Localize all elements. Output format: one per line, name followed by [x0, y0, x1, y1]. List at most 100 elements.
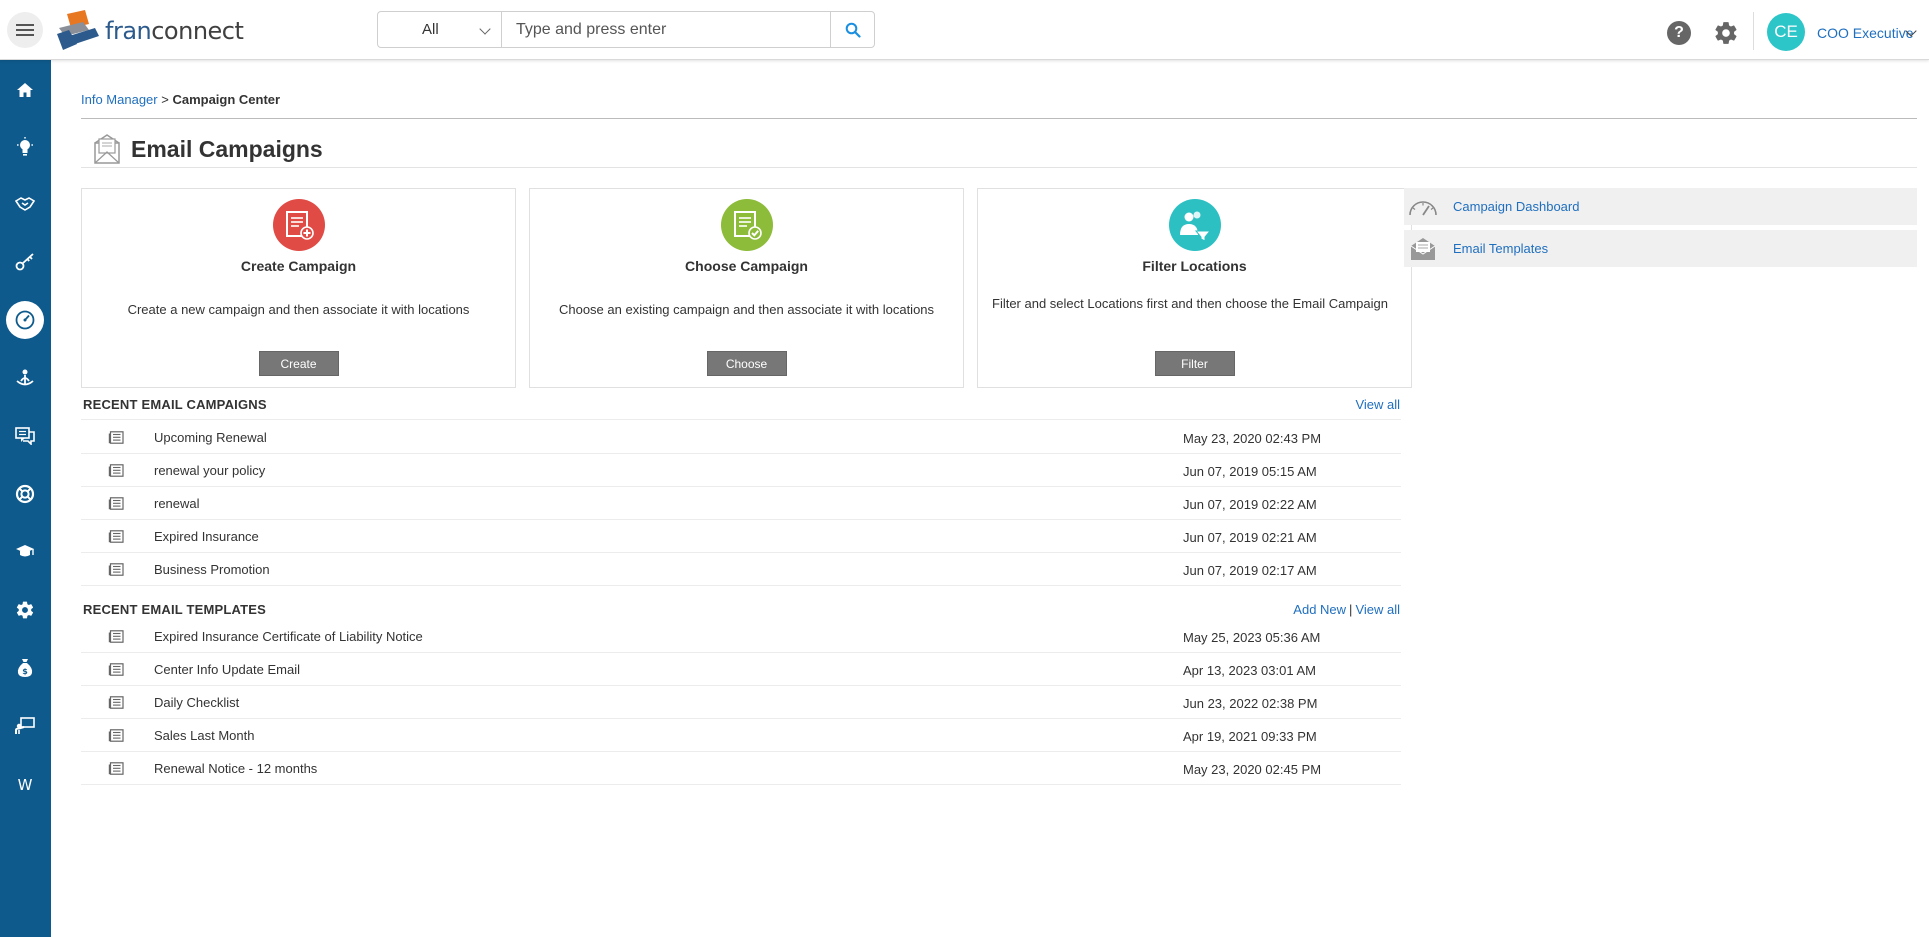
- nav-settings-gear-icon[interactable]: [5, 590, 45, 630]
- help-icon[interactable]: ?: [1667, 21, 1691, 45]
- page-title-row: Email Campaigns: [93, 134, 323, 164]
- filter-locations-description: Filter and select Locations first and th…: [992, 296, 1388, 311]
- template-date: May 23, 2020 02:45 PM: [1183, 762, 1322, 777]
- document-list-icon: [108, 563, 124, 579]
- settings-gear-icon[interactable]: [1713, 20, 1739, 51]
- template-row[interactable]: Renewal Notice - 12 months May 23, 2020 0…: [81, 752, 1401, 785]
- left-nav-sidebar: $ W: [0, 60, 51, 937]
- campaign-name[interactable]: Business Promotion: [154, 562, 270, 577]
- template-name[interactable]: Center Info Update Email: [154, 662, 300, 677]
- template-date: Apr 19, 2021 09:33 PM: [1183, 729, 1317, 744]
- nav-w-letter-icon[interactable]: W: [5, 765, 45, 805]
- search-scope-select[interactable]: All: [378, 12, 502, 47]
- email-templates-link[interactable]: Email Templates: [1404, 230, 1917, 267]
- document-list-icon: [108, 497, 124, 513]
- campaign-dashboard-link[interactable]: Campaign Dashboard: [1404, 188, 1917, 225]
- title-divider: [81, 167, 1917, 168]
- logo-text-fran: fran: [105, 17, 152, 45]
- search-input[interactable]: [502, 12, 830, 47]
- create-button[interactable]: Create: [258, 351, 339, 376]
- recent-campaigns-list: Upcoming Renewal May 23, 2020 02:43 PM ren…: [81, 421, 1401, 586]
- email-templates-label: Email Templates: [1453, 241, 1549, 256]
- nav-handshake-icon[interactable]: [5, 184, 45, 224]
- choose-button[interactable]: Choose: [706, 351, 787, 376]
- nav-lightbulb-icon[interactable]: [5, 127, 45, 167]
- document-list-icon: [108, 663, 124, 679]
- envelope-open-icon: [1406, 236, 1440, 262]
- recent-campaigns-divider: [81, 419, 1401, 420]
- campaign-name[interactable]: renewal your policy: [154, 463, 265, 478]
- campaigns-view-all-link[interactable]: View all: [1355, 397, 1400, 412]
- template-row[interactable]: Center Info Update Email Apr 13, 2023 03:…: [81, 653, 1401, 686]
- user-avatar[interactable]: CE: [1767, 13, 1805, 51]
- campaign-row[interactable]: Upcoming Renewal May 23, 2020 02:43 PM: [81, 421, 1401, 454]
- speedometer-icon: [1406, 197, 1440, 217]
- campaign-date: Jun 07, 2019 02:17 AM: [1183, 563, 1317, 578]
- templates-add-new-link[interactable]: Add New: [1293, 602, 1346, 617]
- templates-view-all-link[interactable]: View all: [1355, 602, 1400, 617]
- nav-dashboard-gauge-icon[interactable]: [6, 301, 44, 339]
- campaign-name[interactable]: Upcoming Renewal: [154, 430, 267, 445]
- filter-locations-card: Filter Locations Filter and select Locat…: [977, 188, 1412, 388]
- campaign-name[interactable]: Expired Insurance: [154, 529, 259, 544]
- filter-locations-icon: [1168, 199, 1221, 251]
- choose-campaign-card: Choose Campaign Choose an existing campa…: [529, 188, 964, 388]
- template-row[interactable]: Sales Last Month Apr 19, 2021 09:33 PM: [81, 719, 1401, 752]
- nav-key-icon[interactable]: [5, 242, 45, 282]
- breadcrumb: Info Manager > Campaign Center: [81, 92, 280, 107]
- recent-templates-list: Expired Insurance Certificate of Liabili…: [81, 620, 1401, 785]
- choose-campaign-description: Choose an existing campaign and then ass…: [558, 302, 935, 317]
- template-row[interactable]: Daily Checklist Jun 23, 2022 02:38 PM: [81, 686, 1401, 719]
- document-list-icon: [108, 762, 124, 778]
- logo-mark-icon: [57, 10, 99, 50]
- campaign-dashboard-label: Campaign Dashboard: [1453, 199, 1580, 214]
- document-list-icon: [108, 696, 124, 712]
- template-name[interactable]: Renewal Notice - 12 months: [154, 761, 317, 776]
- campaign-row[interactable]: Business Promotion Jun 07, 2019 02:17 AM: [81, 553, 1401, 586]
- nav-home-icon[interactable]: [5, 70, 45, 110]
- search-button[interactable]: [830, 12, 874, 47]
- logo-text-connect: connect: [151, 17, 244, 45]
- campaign-date: May 23, 2020 02:43 PM: [1183, 431, 1322, 446]
- campaign-row[interactable]: Expired Insurance Jun 07, 2019 02:21 AM: [81, 520, 1401, 553]
- campaign-name[interactable]: renewal: [154, 496, 200, 511]
- search-scope-value: All: [422, 21, 439, 38]
- nav-chat-icon[interactable]: [5, 416, 45, 456]
- nav-graduation-cap-icon[interactable]: [5, 532, 45, 572]
- campaign-date: Jun 07, 2019 05:15 AM: [1183, 464, 1317, 479]
- user-name-menu[interactable]: COO Executive: [1817, 25, 1913, 41]
- document-list-icon: [108, 431, 124, 447]
- document-list-icon: [108, 630, 124, 646]
- recent-templates-heading: RECENT EMAIL TEMPLATES: [83, 602, 267, 617]
- filter-locations-title: Filter Locations: [1142, 258, 1247, 274]
- page-title: Email Campaigns: [131, 135, 323, 162]
- breadcrumb-info-manager-link[interactable]: Info Manager: [81, 92, 158, 107]
- campaign-row[interactable]: renewal Jun 07, 2019 02:22 AM: [81, 487, 1401, 520]
- menu-icon[interactable]: [7, 12, 43, 48]
- top-header: franconnect All ? CE COO Executive: [0, 0, 1929, 60]
- create-campaign-card: Create Campaign Create a new campaign an…: [81, 188, 516, 388]
- nav-people-icon[interactable]: [5, 358, 45, 398]
- franconnect-logo[interactable]: franconnect: [55, 10, 244, 51]
- create-campaign-description: Create a new campaign and then associate…: [127, 302, 470, 317]
- document-list-icon: [108, 530, 124, 546]
- nav-money-bag-icon[interactable]: $: [5, 648, 45, 688]
- campaign-date: Jun 07, 2019 02:22 AM: [1183, 497, 1317, 512]
- nav-presentation-icon[interactable]: [5, 706, 45, 746]
- template-name[interactable]: Daily Checklist: [154, 695, 239, 710]
- template-row[interactable]: Expired Insurance Certificate of Liabili…: [81, 620, 1401, 653]
- choose-campaign-icon: [720, 199, 773, 251]
- nav-lifebuoy-icon[interactable]: [5, 474, 45, 514]
- svg-text:$: $: [22, 667, 28, 676]
- campaign-date: Jun 07, 2019 02:21 AM: [1183, 530, 1317, 545]
- breadcrumb-current: Campaign Center: [172, 92, 281, 107]
- template-name[interactable]: Sales Last Month: [154, 728, 254, 743]
- chevron-down-icon: [479, 23, 491, 35]
- recent-campaigns-heading: RECENT EMAIL CAMPAIGNS: [83, 397, 267, 412]
- templates-links-separator: |: [1349, 602, 1353, 617]
- template-name[interactable]: Expired Insurance Certificate of Liabili…: [154, 629, 423, 644]
- filter-button[interactable]: Filter: [1154, 351, 1235, 376]
- choose-campaign-title: Choose Campaign: [685, 258, 808, 274]
- search-icon: [845, 22, 861, 38]
- campaign-row[interactable]: renewal your policy Jun 07, 2019 05:15 AM: [81, 454, 1401, 487]
